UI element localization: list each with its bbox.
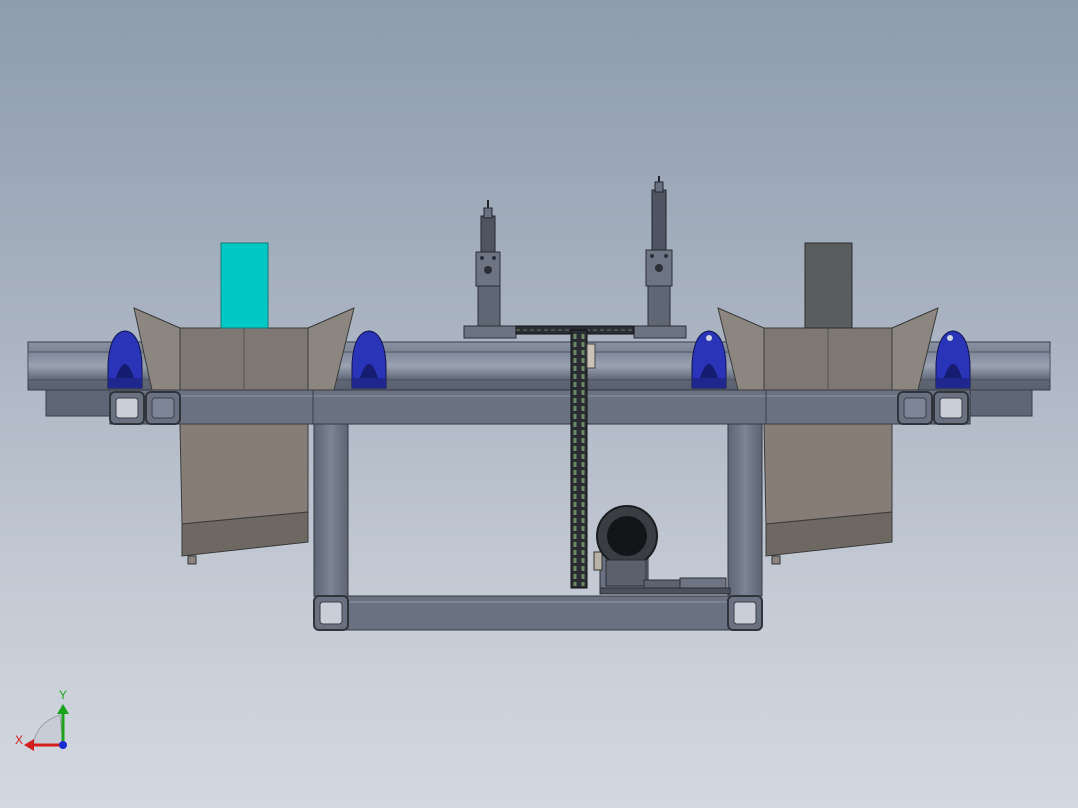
graphics-viewport[interactable]: X Y	[0, 0, 1078, 808]
bearing-2	[351, 330, 387, 389]
left-toggle-clamp	[463, 200, 517, 339]
cad-model[interactable]	[0, 0, 1078, 808]
main-beam	[109, 389, 971, 425]
lower-frame	[313, 423, 763, 631]
gear-motor	[593, 505, 731, 595]
triad-z-axis	[59, 741, 67, 749]
coordinate-triad	[24, 704, 69, 751]
right-toggle-clamp	[633, 176, 687, 339]
bearing-3	[691, 330, 727, 389]
triad-x-label: X	[15, 733, 24, 747]
bearing-1	[107, 330, 143, 389]
bearing-4	[935, 330, 971, 389]
triad-y-label: Y	[59, 688, 68, 702]
